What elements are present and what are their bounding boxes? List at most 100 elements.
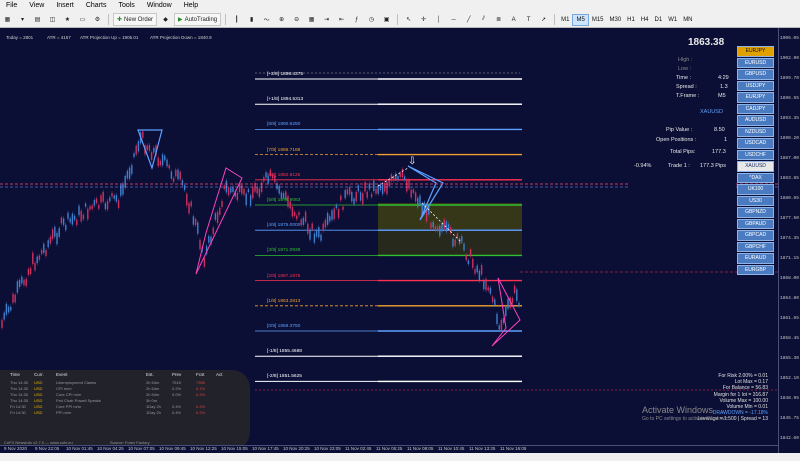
chart-area[interactable]: Today = 2801 ATR = 4157 ATR Projection U… (0, 28, 778, 453)
pair-button-xauusd[interactable]: XAUUSD (737, 161, 774, 172)
candle (355, 191, 357, 202)
pair-button-dax[interactable]: ^DAX (737, 172, 774, 183)
news-header: Event (56, 372, 68, 377)
label-tool-icon[interactable]: T (522, 13, 535, 26)
pair-button-uk100[interactable]: UK100 (737, 184, 774, 195)
timeframe-m1[interactable]: M1 (558, 15, 572, 25)
fibonacci-icon[interactable]: ≣ (492, 13, 505, 26)
pair-button-audusd[interactable]: AUDUSD (737, 115, 774, 126)
pair-button-gbpcad[interactable]: GBPCAD (737, 230, 774, 241)
candle (487, 287, 489, 291)
murrey-zone-lower (378, 229, 522, 255)
news-panel: Time Curr. Event Est. Prev Fcst Act Thu 14:30 US… (0, 370, 250, 450)
equidistant-channel-icon[interactable]: ⫽ (477, 13, 490, 26)
pair-button-usdcad[interactable]: USDCAD (737, 138, 774, 149)
candle (111, 193, 113, 197)
horizontal-line-icon[interactable]: ─ (447, 13, 460, 26)
menu-tools[interactable]: Tools (112, 0, 140, 12)
candle (78, 205, 80, 216)
candle (100, 195, 102, 203)
news-cell: 0.2% (172, 386, 182, 391)
new-order-button[interactable]: ✚ New Order (113, 13, 158, 26)
candle (172, 177, 175, 182)
bar-chart-icon[interactable]: ┃ (230, 13, 243, 26)
data-window-icon[interactable]: ◫ (46, 13, 59, 26)
spread-label: Spread : (676, 84, 697, 90)
candle (516, 289, 518, 301)
tile-windows-icon[interactable]: ▦ (305, 13, 318, 26)
zoom-out-icon[interactable]: ⊖ (290, 13, 303, 26)
market-watch-icon[interactable]: ▤ (31, 13, 44, 26)
arrows-icon[interactable]: ➚ (537, 13, 550, 26)
candle (148, 144, 151, 151)
line-chart-icon[interactable]: 〜 (260, 13, 273, 26)
crosshair-icon[interactable]: ✛ (417, 13, 430, 26)
autotrading-button[interactable]: ▶ AutoTrading (174, 13, 222, 26)
cursor-icon[interactable]: ↖ (402, 13, 415, 26)
navigator-icon[interactable]: ★ (61, 13, 74, 26)
timeframe-mn[interactable]: MN (680, 15, 695, 25)
pair-button-nzdusd[interactable]: NZDUSD (737, 126, 774, 137)
news-cell: CPI m/m (56, 386, 72, 391)
timeframe-m30[interactable]: M30 (607, 15, 625, 25)
menu-file[interactable]: File (0, 0, 23, 12)
pair-button-eurjpy[interactable]: EURJPY (737, 46, 774, 57)
pair-button-usdchf[interactable]: USDCHF (737, 149, 774, 160)
candle-chart-icon[interactable]: ▮ (245, 13, 258, 26)
timeframe-h4[interactable]: H4 (638, 15, 652, 25)
pair-button-cadjpy[interactable]: CADJPY (737, 103, 774, 114)
candle (34, 263, 36, 271)
time-tick: 10 Nov 12:25 (190, 446, 217, 451)
candle (126, 170, 129, 179)
pair-button-gbpnzd[interactable]: GBPNZD (737, 207, 774, 218)
chart-shift-icon[interactable]: ⇤ (335, 13, 348, 26)
pair-button-eurusd[interactable]: EURUSD (737, 57, 774, 68)
pair-button-eurjpy[interactable]: EURJPY (737, 92, 774, 103)
murrey-level-label: [6/8] 1882.8125 (267, 172, 301, 178)
text-tool-icon[interactable]: A (507, 13, 520, 26)
indicators-icon[interactable]: ƒ (350, 13, 363, 26)
timeframe-d1[interactable]: D1 (652, 15, 666, 25)
candle (131, 165, 133, 174)
menu-view[interactable]: View (23, 0, 50, 12)
candle (76, 219, 78, 226)
candle (454, 239, 456, 246)
pair-button-euraud[interactable]: EURAUD (737, 253, 774, 264)
candle (489, 287, 492, 294)
metaeditor-icon[interactable]: ◆ (159, 13, 172, 26)
profiles-icon[interactable]: ▾ (16, 13, 29, 26)
trendline-icon[interactable]: ╱ (462, 13, 475, 26)
candle (359, 192, 362, 201)
menu-charts[interactable]: Charts (80, 0, 113, 12)
candle (362, 193, 364, 205)
candle (346, 189, 349, 195)
tframe-value: M5 (718, 93, 726, 99)
pair-button-gbpusd[interactable]: GBPUSD (737, 69, 774, 80)
pair-button-eurgbp[interactable]: EURGBP (737, 264, 774, 275)
pair-button-us30[interactable]: US30 (737, 195, 774, 206)
pair-button-gbpchf[interactable]: GBPCHF (737, 241, 774, 252)
autoscroll-icon[interactable]: ⇥ (320, 13, 333, 26)
pair-button-gbpaud[interactable]: GBPAUD (737, 218, 774, 229)
murrey-level-label: [-2/8] 1851.5625 (267, 374, 302, 380)
menu-help[interactable]: Help (178, 0, 204, 12)
candle (300, 219, 302, 226)
zoom-in-icon[interactable]: ⊕ (275, 13, 288, 26)
vertical-line-icon[interactable]: │ (432, 13, 445, 26)
strategy-tester-icon[interactable]: ⚙ (91, 13, 104, 26)
templates-icon[interactable]: ▣ (380, 13, 393, 26)
timeframe-w1[interactable]: W1 (665, 15, 680, 25)
menu-window[interactable]: Window (141, 0, 178, 12)
timeframe-h1[interactable]: H1 (624, 15, 638, 25)
terminal-icon[interactable]: ▭ (76, 13, 89, 26)
periods-icon[interactable]: ◷ (365, 13, 378, 26)
pip-value: 8.50 (714, 127, 725, 133)
symbol-switcher: EURJPY EURUSD GBPUSD USDJPY EURJPY CADJPY AUDU… (737, 46, 774, 276)
timeframe-m15[interactable]: M15 (589, 15, 607, 25)
timeframe-m5[interactable]: M5 (572, 13, 589, 26)
candle (505, 306, 507, 317)
pair-button-usdjpy[interactable]: USDJPY (737, 80, 774, 91)
new-chart-icon[interactable]: ▦ (1, 13, 14, 26)
candle (91, 205, 93, 209)
menu-insert[interactable]: Insert (50, 0, 80, 12)
